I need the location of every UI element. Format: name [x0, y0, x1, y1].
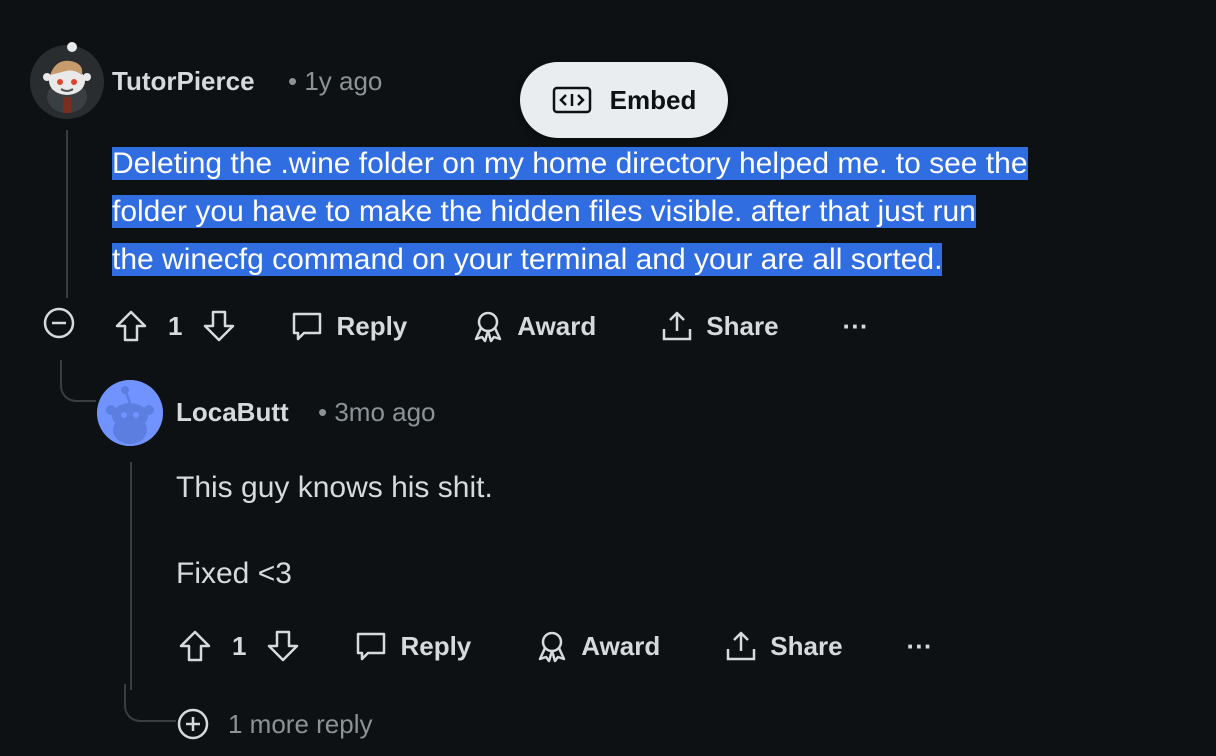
- comment-thread: TutorPierce • 1y ago Embed Deleting the …: [0, 0, 1216, 756]
- share-button[interactable]: Share: [660, 309, 779, 343]
- comment-paragraph: Fixed <3: [176, 557, 292, 590]
- upvote-button[interactable]: [178, 629, 212, 663]
- comment-actions: 1 Reply Award Share ···: [114, 302, 869, 350]
- more-replies-button[interactable]: 1 more reply: [176, 704, 373, 744]
- comment-author[interactable]: TutorPierce: [112, 66, 255, 97]
- avatar[interactable]: [97, 380, 163, 446]
- award-button[interactable]: Award: [471, 309, 596, 343]
- vote-count: 1: [168, 310, 183, 341]
- share-icon: [663, 311, 692, 341]
- comment-bubble-icon: [357, 632, 386, 661]
- vote-count: 1: [232, 630, 247, 661]
- comment-bubble-icon: [293, 312, 322, 341]
- share-button[interactable]: Share: [724, 629, 843, 663]
- reply-connector: [60, 360, 96, 402]
- reply-button[interactable]: Reply: [290, 309, 407, 343]
- more-options-button[interactable]: ···: [907, 631, 933, 662]
- share-icon: [727, 631, 756, 661]
- comment-line: the winecfg command on your terminal and…: [112, 243, 943, 276]
- code-embed-icon: [552, 86, 591, 114]
- default-snoo-icon: [97, 380, 163, 446]
- thread-line[interactable]: [66, 130, 68, 298]
- thread-line[interactable]: [130, 462, 132, 690]
- embed-label: Embed: [609, 84, 697, 115]
- comment-timestamp[interactable]: • 1y ago: [288, 66, 382, 97]
- comment-actions: 1 Reply Award Share ···: [178, 622, 933, 670]
- embed-button[interactable]: Embed: [520, 62, 728, 138]
- more-options-button[interactable]: ···: [843, 311, 869, 342]
- downvote-icon: [204, 310, 235, 342]
- comment-line: Deleting the .wine folder on my home dir…: [112, 147, 1028, 180]
- award-icon: [539, 631, 566, 663]
- reply-label: Reply: [336, 310, 408, 341]
- expand-plus-icon: [177, 708, 209, 740]
- comment-body: Deleting the .wine folder on my home dir…: [112, 140, 1152, 284]
- avatar[interactable]: [30, 45, 104, 119]
- upvote-icon: [179, 630, 211, 662]
- upvote-button[interactable]: [114, 309, 148, 343]
- avatar-antenna-icon: [67, 42, 77, 52]
- downvote-button[interactable]: [266, 629, 300, 663]
- comment-paragraph: This guy knows his shit.: [176, 471, 493, 504]
- upvote-icon: [115, 310, 147, 342]
- reply-button[interactable]: Reply: [354, 629, 471, 663]
- award-label: Award: [517, 310, 597, 341]
- comment-timestamp[interactable]: • 3mo ago: [318, 397, 436, 428]
- share-label: Share: [706, 310, 779, 341]
- snoo-avatar-icon: [30, 45, 104, 119]
- comment-body: This guy knows his shit. Fixed <3: [176, 466, 1076, 596]
- award-button[interactable]: Award: [535, 629, 660, 663]
- downvote-button[interactable]: [202, 309, 236, 343]
- collapse-thread-icon[interactable]: [43, 307, 75, 339]
- share-label: Share: [770, 630, 843, 661]
- reply-connector: [124, 684, 176, 722]
- award-icon: [475, 311, 502, 343]
- downvote-icon: [268, 630, 299, 662]
- reply-label: Reply: [400, 630, 472, 661]
- comment-line: folder you have to make the hidden files…: [112, 195, 976, 228]
- award-label: Award: [581, 630, 661, 661]
- more-replies-label: 1 more reply: [228, 708, 373, 739]
- comment-author[interactable]: LocaButt: [176, 397, 289, 428]
